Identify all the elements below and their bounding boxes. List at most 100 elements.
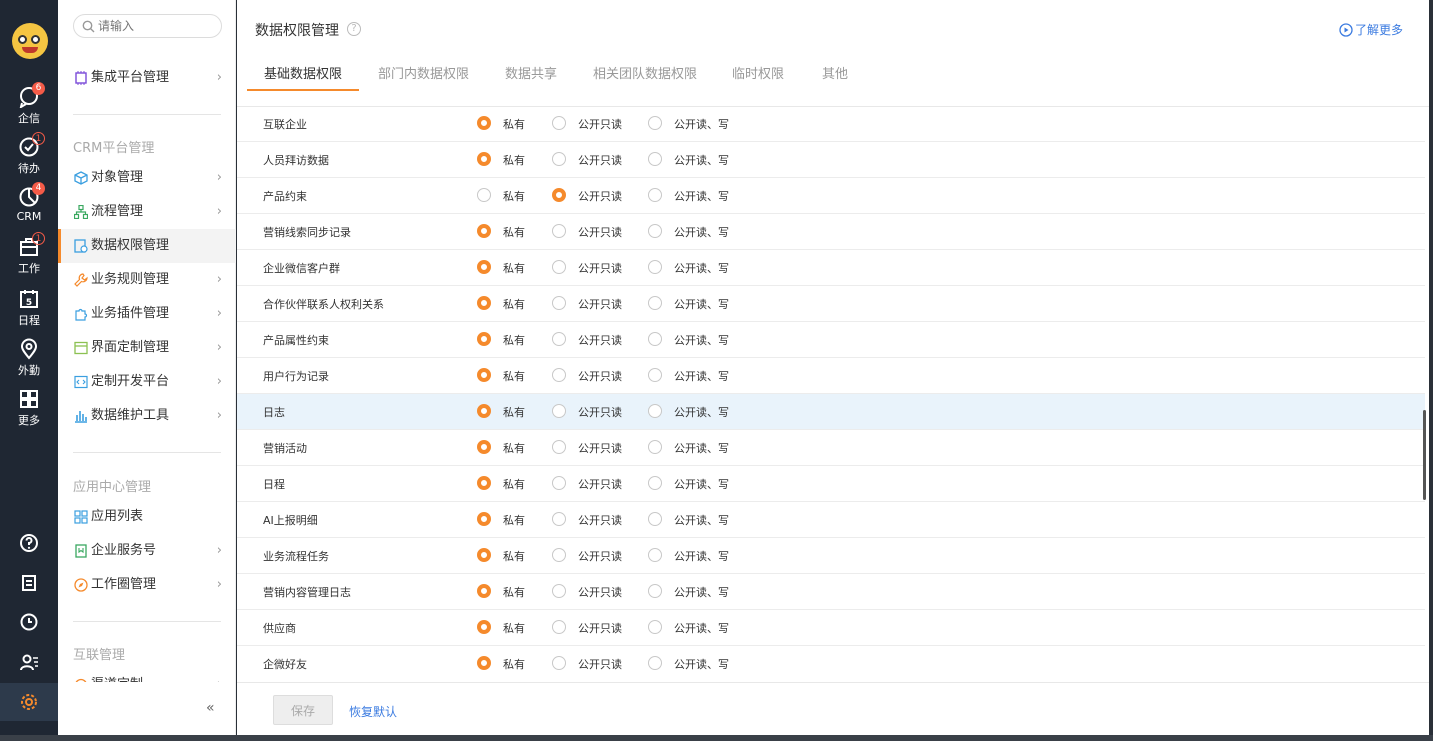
radio-button[interactable] (552, 404, 566, 418)
radio-button[interactable] (552, 332, 566, 346)
cube-icon (74, 171, 88, 185)
radio-button[interactable] (648, 404, 662, 418)
radio-button[interactable] (648, 296, 662, 310)
radio-button[interactable] (477, 260, 491, 274)
nav-item-channel-customization[interactable]: 渠道定制 › (58, 668, 236, 682)
radio-button[interactable] (648, 152, 662, 166)
chevron-right-icon: › (216, 374, 222, 389)
radio-button[interactable] (477, 548, 491, 562)
radio-button[interactable] (552, 296, 566, 310)
rail-item-label: 待办 (18, 162, 40, 175)
radio-button[interactable] (552, 476, 566, 490)
tab-other[interactable]: 其他 (822, 59, 848, 91)
radio-button[interactable] (477, 440, 491, 454)
rail-item-field[interactable]: 外勤 (0, 338, 58, 388)
rail-item-calendar[interactable]: 5 日程 (0, 288, 58, 338)
radio-button[interactable] (552, 188, 566, 202)
nav-item-data-permission[interactable]: 数据权限管理 (58, 229, 236, 263)
radio-button[interactable] (648, 512, 662, 526)
radio-button[interactable] (648, 656, 662, 670)
search-box[interactable] (73, 14, 222, 38)
save-button[interactable]: 保存 (273, 695, 333, 725)
tab-basic-data-permission[interactable]: 基础数据权限 (247, 59, 360, 91)
rail-item-messages[interactable]: 企信 6 (0, 82, 58, 136)
radio-button[interactable] (552, 584, 566, 598)
radio-button[interactable] (552, 116, 566, 130)
scrollbar[interactable] (1423, 410, 1426, 500)
radio-button[interactable] (648, 260, 662, 274)
help-icon[interactable]: ? (347, 22, 361, 36)
radio-button[interactable] (477, 620, 491, 634)
rail-item-crm[interactable]: CRM 4 (0, 182, 58, 236)
restore-default-link[interactable]: 恢复默认 (349, 703, 397, 720)
tab-department-data-permission[interactable]: 部门内数据权限 (378, 59, 469, 91)
nav-item-integration-platform[interactable]: 集成平台管理 › (58, 61, 236, 95)
tab-data-sharing[interactable]: 数据共享 (505, 59, 557, 91)
learn-more-link[interactable]: 了解更多 (1339, 21, 1403, 38)
radio-button[interactable] (648, 584, 662, 598)
collapse-sidebar-button[interactable]: « (206, 700, 215, 716)
radio-button[interactable] (477, 188, 491, 202)
radio-button[interactable] (552, 620, 566, 634)
radio-button[interactable] (477, 368, 491, 382)
rail-item-todo[interactable]: 待办 1 (0, 132, 58, 186)
radio-button[interactable] (648, 188, 662, 202)
radio-button[interactable] (477, 152, 491, 166)
option-label: 公开读、写 (674, 514, 729, 527)
search-input[interactable] (98, 18, 213, 34)
tab-team-data-permission[interactable]: 相关团队数据权限 (593, 59, 697, 91)
radio-button[interactable] (477, 224, 491, 238)
nav-item-process-management[interactable]: 流程管理 › (58, 195, 236, 229)
chevron-right-icon: › (216, 577, 222, 592)
tab-temporary-permission[interactable]: 临时权限 (732, 59, 784, 91)
radio-button[interactable] (552, 224, 566, 238)
avatar[interactable] (12, 23, 48, 59)
radio-button[interactable] (648, 368, 662, 382)
help-button[interactable] (0, 533, 58, 556)
radio-button[interactable] (552, 512, 566, 526)
radio-button[interactable] (552, 548, 566, 562)
option-label: 私有 (503, 478, 525, 491)
radio-button[interactable] (477, 656, 491, 670)
nav-item-label: 工作圈管理 (91, 577, 157, 592)
radio-button[interactable] (477, 584, 491, 598)
radio-button[interactable] (477, 116, 491, 130)
option-label: 私有 (503, 622, 525, 635)
radio-button[interactable] (552, 260, 566, 274)
settings-button[interactable] (0, 692, 58, 715)
nav-item-data-maintenance[interactable]: 数据维护工具 › (58, 399, 236, 433)
nav-item-object-management[interactable]: 对象管理 › (58, 161, 236, 195)
option-label: 公开只读 (578, 226, 622, 239)
object-name: 营销线索同步记录 (263, 226, 351, 239)
radio-button[interactable] (648, 620, 662, 634)
nav-item-app-list[interactable]: 应用列表 (58, 500, 236, 534)
radio-button[interactable] (477, 512, 491, 526)
notes-button[interactable] (0, 573, 58, 596)
history-button[interactable] (0, 612, 58, 635)
rail-item-more[interactable]: 更多 (0, 388, 58, 438)
object-name: 营销活动 (263, 442, 307, 455)
contacts-button[interactable] (0, 652, 58, 675)
nav-item-dev-platform[interactable]: 定制开发平台 › (58, 365, 236, 399)
nav-item-service-account[interactable]: 企业服务号 › (58, 534, 236, 568)
rail-item-work[interactable]: 工作 1 (0, 232, 58, 286)
radio-button[interactable] (648, 476, 662, 490)
radio-button[interactable] (648, 548, 662, 562)
nav-item-business-rules[interactable]: 业务规则管理 › (58, 263, 236, 297)
nav-item-ui-customization[interactable]: 界面定制管理 › (58, 331, 236, 365)
nav-item-work-circle[interactable]: 工作圈管理 › (58, 568, 236, 602)
radio-button[interactable] (552, 368, 566, 382)
radio-button[interactable] (648, 116, 662, 130)
radio-button[interactable] (648, 224, 662, 238)
radio-button[interactable] (648, 440, 662, 454)
radio-button[interactable] (477, 476, 491, 490)
radio-button[interactable] (552, 440, 566, 454)
radio-button[interactable] (477, 404, 491, 418)
app-window: 企信 6 待办 1 CRM 4 工作 1 5 日程 外勤 更多 请输入 集成平台… (0, 0, 1433, 741)
radio-button[interactable] (648, 332, 662, 346)
radio-button[interactable] (552, 152, 566, 166)
radio-button[interactable] (477, 296, 491, 310)
nav-item-business-plugins[interactable]: 业务插件管理 › (58, 297, 236, 331)
radio-button[interactable] (477, 332, 491, 346)
radio-button[interactable] (552, 656, 566, 670)
